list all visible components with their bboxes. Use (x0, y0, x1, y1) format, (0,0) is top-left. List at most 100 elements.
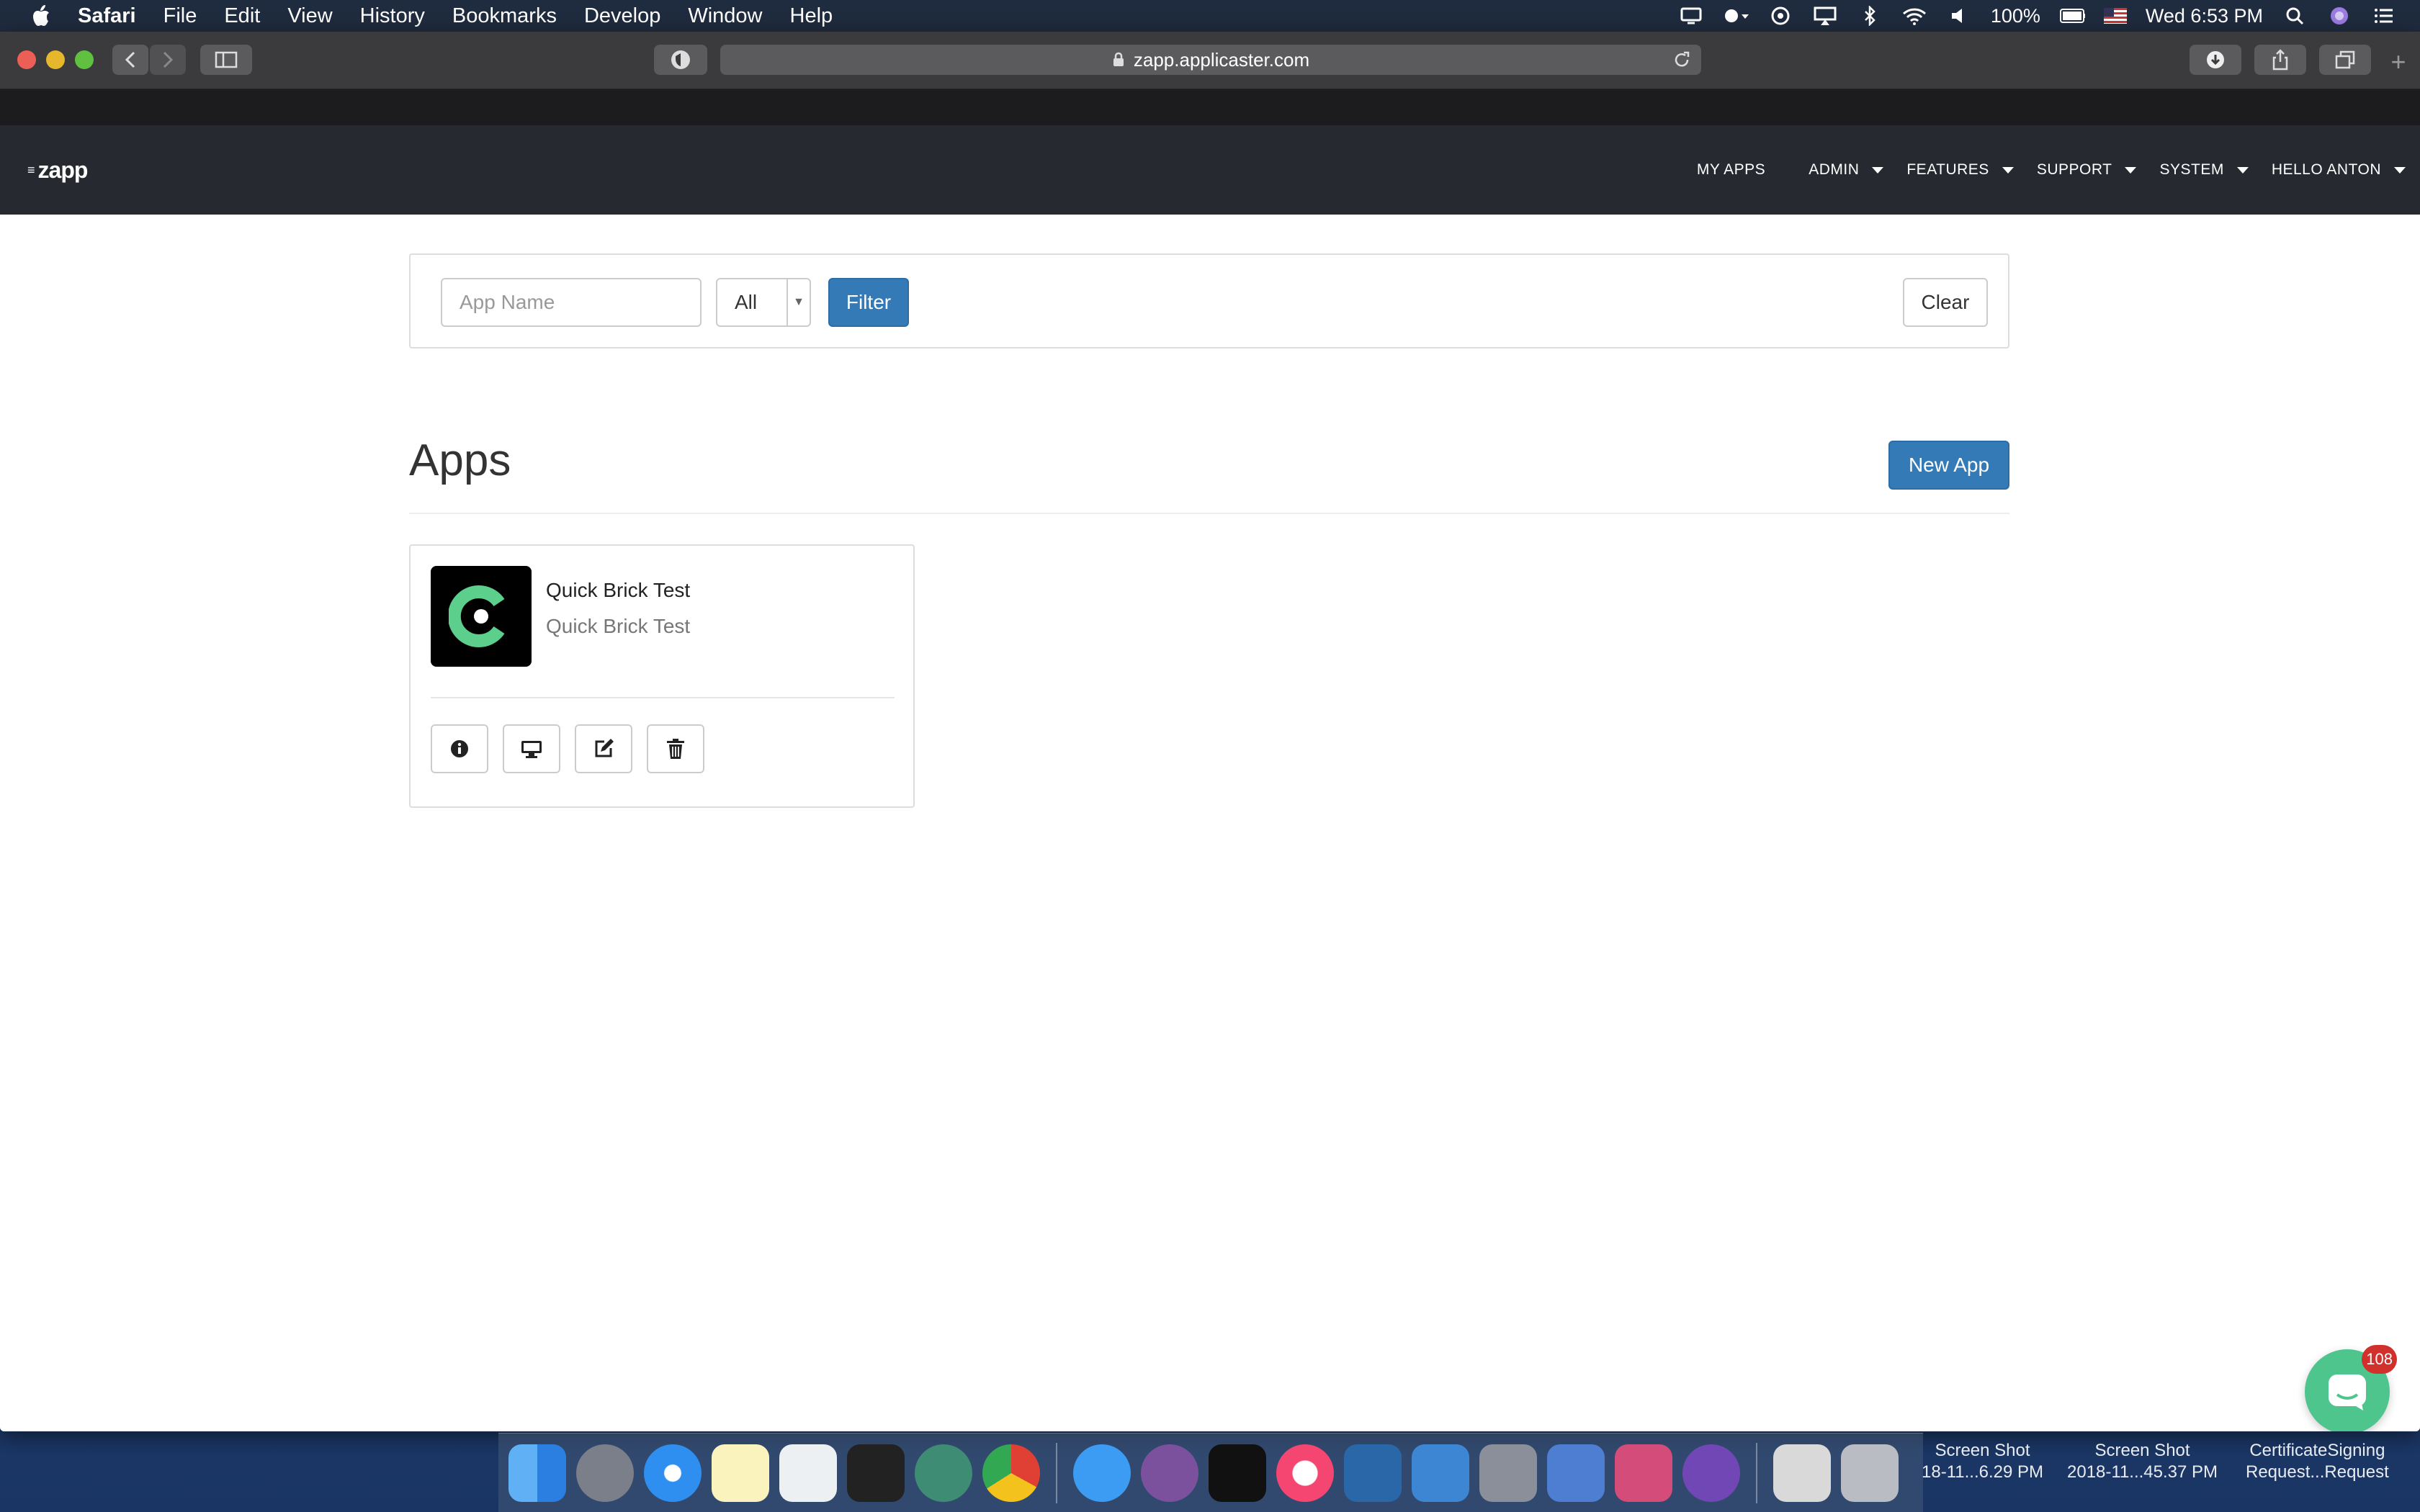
menu-bookmarks[interactable]: Bookmarks (452, 4, 557, 28)
app-delete-button[interactable] (647, 724, 704, 773)
page-content: All ▼ Filter Clear Apps New App Quick Br… (0, 215, 2420, 1431)
clear-button[interactable]: Clear (1903, 278, 1988, 327)
battery-icon[interactable] (2059, 5, 2085, 27)
caret-down-icon (2236, 166, 2249, 174)
spotlight-search-icon[interactable] (2282, 5, 2308, 27)
sidebar-icon (215, 51, 238, 68)
notification-center-icon[interactable] (2371, 5, 2397, 27)
nav-features[interactable]: FEATURES (1906, 161, 2014, 179)
zoom-window-button[interactable] (75, 50, 94, 69)
menu-help[interactable]: Help (790, 4, 833, 28)
nav-user-menu[interactable]: HELLO ANTON (2272, 161, 2406, 179)
nav-user-label: HELLO ANTON (2271, 161, 2381, 178)
messages-icon[interactable] (1073, 1444, 1131, 1502)
bluetooth-icon[interactable] (1857, 5, 1883, 27)
select-arrow-icon: ▼ (786, 279, 810, 325)
desktop-file[interactable]: Screen Shot 2018-11...45.37 PM (2067, 1440, 2218, 1483)
nav-admin-label: ADMIN (1809, 161, 1860, 178)
siri-icon[interactable] (2326, 5, 2352, 27)
finder-icon[interactable] (508, 1444, 566, 1502)
privacy-report-button[interactable] (654, 45, 707, 75)
app-name[interactable]: Quick Brick Test (546, 579, 690, 602)
chat-launcher-button[interactable]: 108 (2305, 1345, 2397, 1431)
iterm-icon[interactable] (847, 1444, 905, 1502)
page-title: Apps (409, 436, 511, 485)
nav-my-apps[interactable]: MY APPS (1697, 161, 1765, 179)
nav-system-label: SYSTEM (2159, 161, 2224, 178)
tab-strip (0, 89, 2420, 125)
desktop-file-line1: CertificateSigning (2249, 1441, 2385, 1460)
menu-edit[interactable]: Edit (224, 4, 260, 28)
cloud-status-icon[interactable] (1723, 5, 1749, 27)
menu-file[interactable]: File (163, 4, 197, 28)
menu-window[interactable]: Window (688, 4, 762, 28)
reload-icon[interactable] (1672, 50, 1691, 74)
safari-window: zapp.applicaster.com + ≡ zapp MY APPS AD… (0, 32, 2420, 1431)
dock-separator (1756, 1442, 1757, 1503)
menu-develop[interactable]: Develop (584, 4, 660, 28)
slack-icon[interactable] (779, 1444, 837, 1502)
new-tab-plus-icon[interactable]: + (2384, 47, 2413, 76)
viber-status-icon[interactable] (1767, 5, 1793, 27)
itunes-icon[interactable] (1276, 1444, 1334, 1502)
vscode-icon[interactable] (1344, 1444, 1402, 1502)
atom-icon[interactable] (915, 1444, 972, 1502)
keychain-icon[interactable] (1479, 1444, 1537, 1502)
apple-menu-icon[interactable] (29, 4, 53, 28)
chat-icon (2329, 1374, 2366, 1410)
logo-text: zapp (37, 157, 89, 183)
volume-icon[interactable] (1946, 5, 1972, 27)
info-icon (451, 740, 468, 757)
menu-app-name[interactable]: Safari (78, 4, 136, 28)
viber-icon[interactable] (1141, 1444, 1198, 1502)
app-name-input[interactable] (441, 278, 702, 327)
downloads-button[interactable] (2190, 45, 2241, 75)
desktop-file[interactable]: Screen Shot 18-11...6.29 PM (1922, 1440, 2043, 1483)
airplay-icon[interactable] (1812, 5, 1838, 27)
trash-icon (667, 739, 684, 759)
disk-icon[interactable] (1682, 1444, 1740, 1502)
desktop-file[interactable]: CertificateSigning Request...Request (2246, 1440, 2389, 1483)
close-window-button[interactable] (17, 50, 36, 69)
nav-admin[interactable]: ADMIN (1809, 161, 1884, 179)
desktop-file-line2: 2018-11...45.37 PM (2067, 1462, 2218, 1482)
download-icon (2207, 51, 2224, 68)
input-source-flag-icon[interactable] (2103, 8, 2127, 24)
tabs-overview-button[interactable] (2319, 45, 2371, 75)
minimize-window-button[interactable] (46, 50, 65, 69)
platform-select-value: All (735, 291, 758, 313)
menu-history[interactable]: History (360, 4, 425, 28)
forward-button[interactable] (150, 45, 186, 75)
cyberduck-icon[interactable] (1547, 1444, 1605, 1502)
launchpad-icon[interactable] (576, 1444, 634, 1502)
chrome-icon[interactable] (982, 1444, 1040, 1502)
zapp-logo[interactable]: ≡ zapp (27, 157, 89, 184)
app-preview-button[interactable] (503, 724, 560, 773)
new-app-button[interactable]: New App (1888, 441, 2009, 490)
wifi-icon[interactable] (1901, 5, 1927, 27)
sidebar-toggle-button[interactable] (200, 45, 252, 75)
notes-icon[interactable] (712, 1444, 769, 1502)
display-mirror-icon[interactable] (1678, 5, 1704, 27)
battery-percent: 100% (1990, 4, 2040, 27)
macbook-app-icon[interactable] (1615, 1444, 1672, 1502)
share-button[interactable] (2254, 45, 2306, 75)
menu-view[interactable]: View (287, 4, 332, 28)
app-info-button[interactable] (431, 724, 488, 773)
platform-select[interactable]: All ▼ (716, 278, 811, 327)
nav-support[interactable]: SUPPORT (2037, 161, 2137, 179)
app-logo-icon[interactable] (431, 566, 532, 667)
safari-icon[interactable] (644, 1444, 702, 1502)
xcode-icon[interactable] (1412, 1444, 1469, 1502)
app-card: Quick Brick Test Quick Brick Test (409, 544, 915, 808)
trash-can-icon[interactable] (1841, 1444, 1899, 1502)
app-edit-button[interactable] (575, 724, 632, 773)
back-button[interactable] (112, 45, 148, 75)
terminal-icon[interactable] (1209, 1444, 1266, 1502)
menubar-clock[interactable]: Wed 6:53 PM (2146, 5, 2263, 27)
filter-button[interactable]: Filter (828, 278, 909, 327)
nav-system[interactable]: SYSTEM (2159, 161, 2249, 179)
desktop-file-line1: Screen Shot (1935, 1441, 2030, 1460)
downloads-stack-icon[interactable] (1773, 1444, 1831, 1502)
address-bar[interactable]: zapp.applicaster.com (720, 45, 1701, 75)
